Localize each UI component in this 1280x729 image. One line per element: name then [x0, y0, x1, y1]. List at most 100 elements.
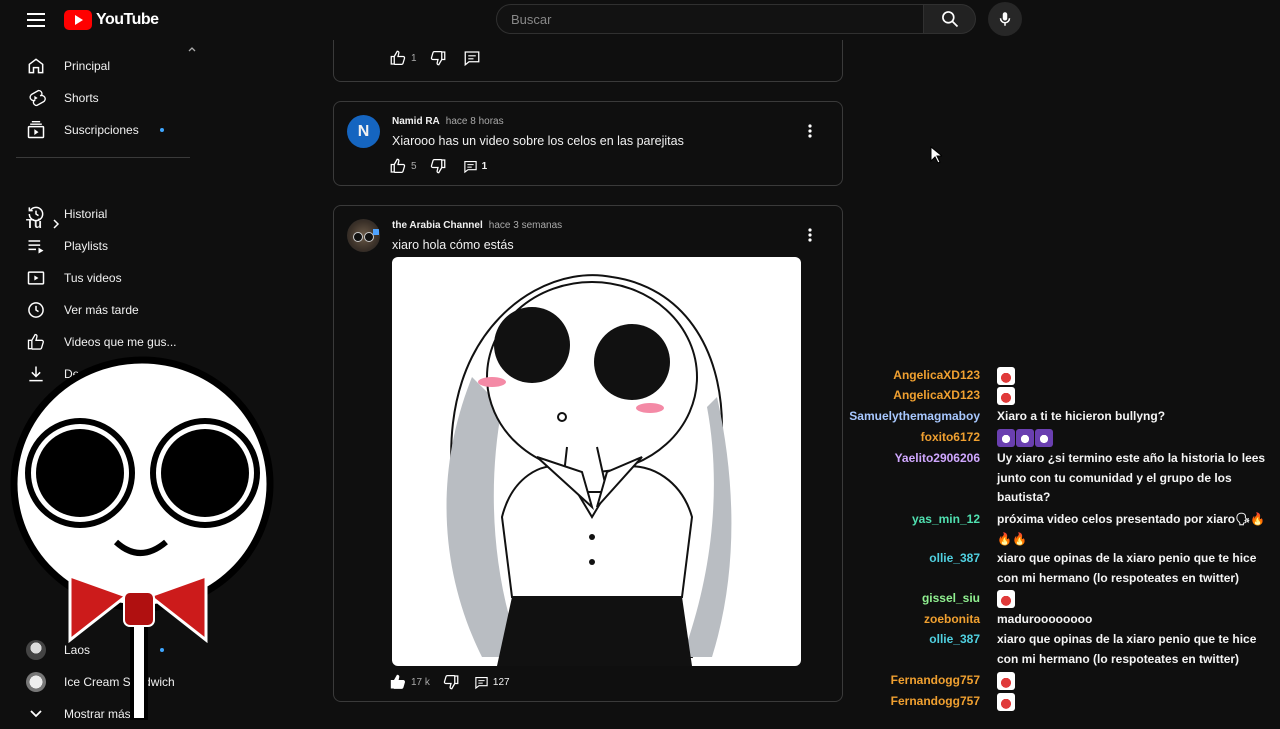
comment-actions: 5 1 [389, 156, 487, 176]
top-bar: YouTube [0, 0, 1280, 40]
youtube-logo[interactable]: YouTube [64, 8, 159, 32]
chat-username: Yaelito2906206 [894, 451, 980, 465]
chat-emote-icon [1016, 428, 1034, 447]
chat-message-text: Xiaro a ti te hicieron bullyng? [997, 409, 1166, 423]
sidebar-divider [16, 157, 190, 158]
dislike-button[interactable] [429, 49, 447, 67]
chat-message-text: Uy xiaro ¿si termino este año la histori… [997, 451, 1266, 504]
search-button[interactable] [924, 4, 976, 34]
chat-text [997, 386, 1267, 406]
chat-message-text: xiaro que opinas de la xiaro penio que t… [997, 551, 1257, 585]
comment-author-line: Namid RA hace 8 horas [392, 116, 504, 127]
commenter-avatar[interactable] [347, 219, 380, 252]
thumbs-down-icon [430, 50, 445, 66]
like-button[interactable]: 5 [389, 157, 417, 175]
avatar-letter: N [357, 122, 370, 140]
chat-emote-icon [1035, 428, 1053, 447]
chat-emote-icon [997, 428, 1015, 447]
sidebar-item-label: Historial [64, 207, 108, 221]
comment-card: the Arabia Channel hace 3 semanas xiaro h… [333, 205, 843, 702]
like-count: 5 [411, 160, 417, 172]
comment-icon [475, 676, 488, 689]
chat-username: AngelicaXD123 [893, 388, 980, 402]
sidebar-item-shorts[interactable]: Shorts [16, 83, 190, 113]
sidebar-item-label: Principal [64, 59, 111, 73]
sidebar-item-historial[interactable]: Historial [16, 199, 190, 229]
voice-search-button[interactable] [988, 2, 1022, 36]
thumbs-up-icon [390, 50, 406, 66]
chat-text [997, 692, 1267, 712]
comment-card: N Namid RA hace 8 horas Xiarooo has un vi… [333, 101, 843, 186]
sidebar-item-label: Videos que me gus... [64, 335, 177, 349]
thumbs-up-icon [390, 158, 406, 174]
chat-text: Uy xiaro ¿si termino este año la histori… [997, 449, 1267, 508]
comment-time[interactable]: hace 8 horas [446, 116, 504, 127]
chat-emote-icon [997, 386, 1015, 405]
comment-icon [463, 160, 477, 173]
chat-username: yas_min_12 [911, 512, 980, 526]
sidebar-item-playlists[interactable]: Playlists [16, 231, 190, 261]
more-options-icon[interactable] [800, 225, 820, 245]
chat-text: xiaro que opinas de la xiaro penio que t… [997, 630, 1267, 669]
menu-icon[interactable] [24, 8, 48, 32]
chat-username: Samuelythemagmaboy [849, 409, 980, 423]
subscriptions-icon [26, 120, 46, 140]
comment-text: Xiarooo has un video sobre los celos en … [392, 134, 684, 148]
commenter-avatar[interactable]: N [347, 115, 380, 148]
chat-message-text: xiaro que opinas de la xiaro penio que t… [997, 632, 1257, 666]
comment-image[interactable] [392, 257, 801, 666]
sidebar-item-label: Suscripciones [64, 123, 139, 137]
chat-emote-icon [997, 366, 1015, 385]
more-options-icon[interactable] [800, 121, 820, 141]
sidebar-item-suscripciones[interactable]: Suscripciones [16, 115, 190, 145]
sidebar-item-liked-videos[interactable]: Videos que me gus... [16, 327, 190, 357]
sidebar-item-label: Shorts [64, 91, 99, 105]
comment-time[interactable]: hace 3 semanas [489, 220, 562, 231]
sidebar-item-ver-mas-tarde[interactable]: Ver más tarde [16, 295, 190, 325]
comment-author[interactable]: Namid RA [392, 116, 440, 127]
chat-emote-icon [997, 692, 1015, 711]
watch-later-icon [26, 300, 46, 320]
chat-username: ollie_387 [929, 632, 980, 646]
like-button[interactable]: 17 k [389, 673, 430, 691]
home-icon [26, 56, 46, 76]
search-box[interactable] [496, 4, 951, 34]
sidebar-item-principal[interactable]: Principal [16, 51, 190, 81]
chat-text: xiaro que opinas de la xiaro penio que t… [997, 549, 1267, 588]
chat-text [997, 589, 1267, 609]
microphone-icon [999, 12, 1011, 26]
history-icon [26, 204, 46, 224]
search-input[interactable] [497, 5, 951, 33]
chat-message-text: próxima video celos presentado por xiaro… [997, 512, 1266, 546]
chat-username: foxito6172 [920, 430, 980, 444]
chat-emote-icon [997, 671, 1015, 690]
chat-emote-icon [997, 589, 1015, 608]
chat-username: gissel_siu [921, 591, 980, 605]
reply-button[interactable] [463, 49, 481, 67]
chat-username: AngelicaXD123 [893, 368, 980, 382]
comment-actions: 17 k 127 [389, 672, 510, 692]
reply-count: 1 [481, 160, 488, 172]
dislike-button[interactable] [442, 673, 460, 691]
comment-author-line: the Arabia Channel hace 3 semanas [392, 220, 562, 231]
sidebar-item-label: Playlists [64, 239, 109, 253]
shorts-icon [26, 88, 46, 108]
comment-author[interactable]: the Arabia Channel [392, 220, 483, 231]
scroll-up-icon[interactable] [188, 40, 196, 52]
comment-icon [464, 51, 479, 67]
replies-button[interactable]: 1 [463, 159, 488, 174]
your-videos-icon [26, 268, 46, 288]
streamer-mascot-overlay [10, 356, 274, 720]
replies-button[interactable]: 127 [474, 675, 510, 690]
like-count: 1 [411, 52, 417, 64]
sidebar-item-label: Ver más tarde [64, 303, 139, 317]
thumbs-down-icon [443, 674, 459, 690]
chat-text [997, 671, 1267, 691]
comment-card: 1 [333, 40, 843, 82]
new-content-dot [160, 128, 164, 132]
sidebar-item-tus-videos[interactable]: Tus videos [16, 263, 190, 293]
playlists-icon [26, 236, 46, 256]
chat-username: Fernandogg757 [890, 673, 980, 687]
like-button[interactable]: 1 [389, 49, 417, 67]
dislike-button[interactable] [429, 157, 447, 175]
